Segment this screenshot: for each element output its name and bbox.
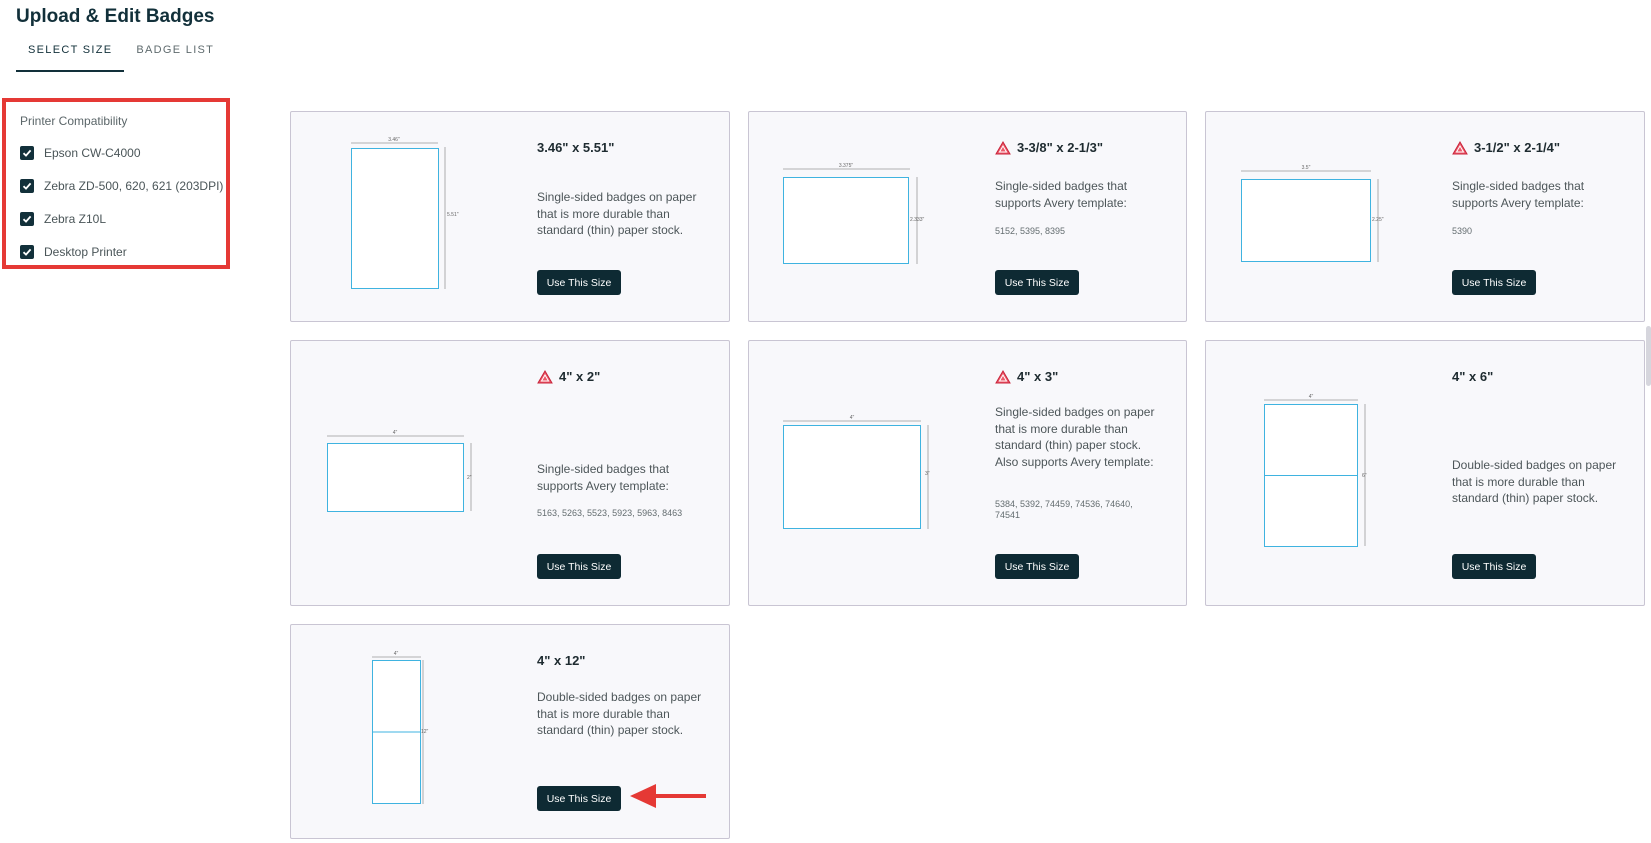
badge-size-title: 4" x 2" (537, 369, 600, 384)
filter-option-zebra-z10l[interactable]: Zebra Z10L (20, 212, 106, 226)
badge-description: Single-sided badges that supports Avery … (995, 179, 1128, 210)
filter-option-label: Epson CW-C4000 (44, 146, 141, 160)
checkbox-checked-icon[interactable] (20, 212, 34, 226)
badge-description: Single-sided badges on paper that is mor… (995, 405, 1155, 469)
use-this-size-button[interactable]: Use This Size (995, 270, 1079, 295)
warning-icon (537, 369, 553, 383)
badge-description: Double-sided badges on paper that is mor… (1452, 458, 1617, 505)
badge-size-card: 4" 6" 4" x 6" Double-sided badges on pap… (1205, 340, 1645, 606)
printer-compatibility-filter: Printer Compatibility Epson CW-C4000 Zeb… (2, 98, 230, 269)
red-arrow-icon (630, 784, 706, 808)
diagram-width-label: 4" (394, 651, 399, 657)
badge-description: Single-sided badges that supports Avery … (1452, 179, 1585, 210)
diagram-height-label: 2.333" (910, 217, 925, 223)
tab-bar: SELECT SIZE BADGE LIST (16, 40, 226, 72)
use-this-size-button[interactable]: Use This Size (1452, 270, 1536, 295)
diagram-width-label: 4" (850, 415, 855, 421)
filter-option-label: Zebra ZD-500, 620, 621 (203DPI) (44, 179, 224, 193)
diagram-width-label: 3.5" (1302, 165, 1311, 171)
warning-icon (995, 369, 1011, 383)
badge-size-card: 4" 2" 4" x 2" Single-sided badges that s… (290, 340, 730, 606)
avery-template-list: 5163, 5263, 5523, 5923, 5963, 8463 (537, 508, 683, 518)
badge-description: Single-sided badges that supports Avery … (537, 462, 670, 493)
filter-option-desktop-printer[interactable]: Desktop Printer (20, 245, 127, 259)
avery-template-list: 5384, 5392, 74459, 74536, 74640, 74541 (995, 499, 1133, 520)
checkbox-checked-icon[interactable] (20, 179, 34, 193)
badge-size-card: 3.5" 2.25" 3-1/2" x 2-1/4" Single-sided … (1205, 111, 1645, 322)
use-this-size-button[interactable]: Use This Size (537, 554, 621, 579)
tab-select-size[interactable]: SELECT SIZE (16, 40, 125, 72)
avery-template-list: 5390 (1452, 226, 1473, 236)
page-title: Upload & Edit Badges (16, 6, 215, 27)
diagram-height-label: 12" (421, 729, 429, 735)
use-this-size-button[interactable]: Use This Size (537, 270, 621, 295)
scroll-edge-indicator (1646, 326, 1651, 386)
warning-icon (1452, 140, 1468, 154)
badge-size-title: 4" x 3" (995, 369, 1058, 384)
use-this-size-button[interactable]: Use This Size (537, 786, 621, 811)
diagram-width-label: 3.375" (839, 163, 854, 169)
badge-size-card: 3.46" 5.51" 3.46" x 5.51" Single-sided b… (290, 111, 730, 322)
diagram-height-label: 3" (925, 471, 930, 477)
badge-diagram: 4" 12" (372, 651, 429, 804)
use-this-size-button[interactable]: Use This Size (995, 554, 1079, 579)
tab-badge-list[interactable]: BADGE LIST (124, 40, 226, 72)
checkbox-checked-icon[interactable] (20, 146, 34, 160)
badge-size-title: 4" x 6" (1452, 369, 1494, 384)
diagram-height-label: 2" (467, 475, 472, 481)
badge-size-title: 4" x 12" (537, 653, 586, 668)
avery-template-list: 5152, 5395, 8395 (995, 226, 1066, 236)
badge-diagram: 3.5" 2.25" (1241, 165, 1384, 262)
badge-diagram: 3.46" 5.51" (351, 137, 459, 289)
badge-size-title: 3.46" x 5.51" (537, 140, 615, 155)
badge-diagram: 4" 2" (327, 430, 472, 512)
filter-option-epson[interactable]: Epson CW-C4000 (20, 146, 141, 160)
filter-title: Printer Compatibility (20, 114, 128, 128)
badge-size-card: 4" 3" 4" x 3" Single-sided badges on pap… (748, 340, 1187, 606)
filter-option-label: Desktop Printer (44, 245, 127, 259)
badge-description: Single-sided badges on paper that is mor… (537, 190, 697, 237)
badge-size-card: 3.375" 2.333" 3-3/8" x 2-1/3" Single-sid… (748, 111, 1187, 322)
badge-description: Double-sided badges on paper that is mor… (537, 690, 702, 737)
diagram-width-label: 4" (1309, 394, 1314, 400)
badge-size-title: 3-3/8" x 2-1/3" (995, 140, 1103, 155)
checkbox-checked-icon[interactable] (20, 245, 34, 259)
diagram-width-label: 3.46" (388, 137, 400, 143)
diagram-height-label: 6" (1362, 473, 1367, 479)
diagram-height-label: 5.51" (447, 212, 459, 218)
diagram-height-label: 2.25" (1372, 217, 1384, 223)
badge-diagram: 3.375" 2.333" (783, 163, 925, 264)
use-this-size-button[interactable]: Use This Size (1452, 554, 1536, 579)
warning-icon (995, 140, 1011, 154)
badge-diagram: 4" 6" (1264, 394, 1367, 547)
badge-diagram: 4" 3" (783, 415, 930, 529)
diagram-width-label: 4" (393, 430, 398, 436)
filter-option-label: Zebra Z10L (44, 212, 107, 226)
filter-option-zebra-zd[interactable]: Zebra ZD-500, 620, 621 (203DPI) (20, 179, 223, 193)
badge-size-title: 3-1/2" x 2-1/4" (1452, 140, 1560, 155)
